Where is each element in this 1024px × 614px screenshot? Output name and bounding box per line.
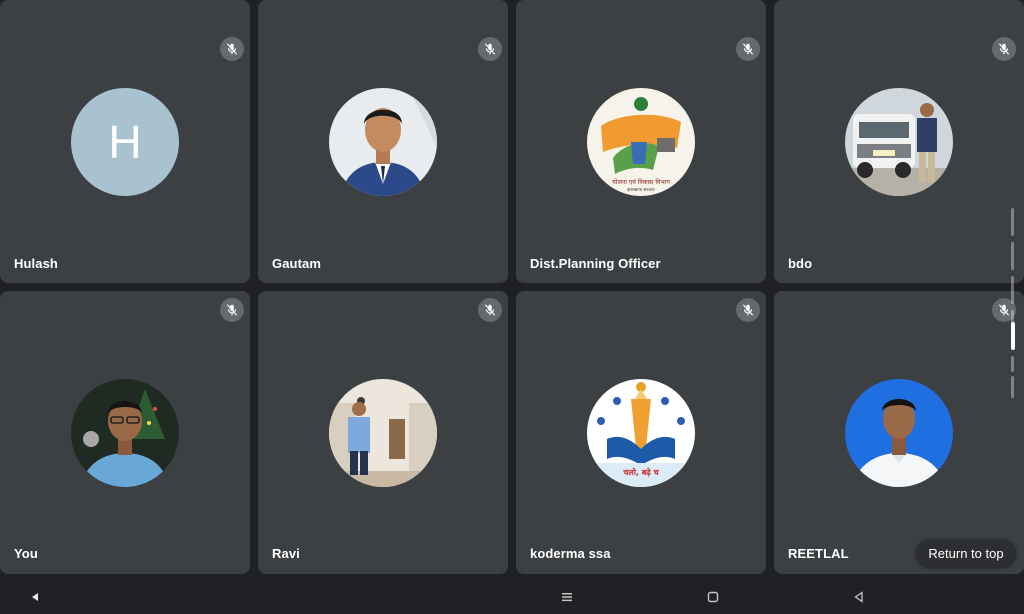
photo-man-with-suv-icon (845, 88, 953, 196)
participant-name: You (14, 546, 38, 561)
participant-name: koderma ssa (530, 546, 611, 561)
participant-name: Gautam (272, 256, 322, 271)
education-campaign-logo-icon: चलो, बढ़े च (587, 379, 695, 487)
avatar-initial: H (71, 88, 179, 196)
participant-tile-ravi[interactable]: Ravi (258, 291, 508, 574)
participant-tile-hulash[interactable]: H Hulash (0, 0, 250, 283)
mic-off-icon (220, 298, 244, 322)
logo-text-planning: योजना एवं विकास विभाग (612, 178, 670, 186)
back-nav-icon[interactable] (26, 588, 44, 606)
participant-tile-gautam[interactable]: Gautam (258, 0, 508, 283)
participant-grid: H Hulash Gautam योजना एवं विकास विभाग झा… (0, 0, 1024, 578)
mic-off-icon (478, 37, 502, 61)
scroll-indicator[interactable] (1011, 208, 1015, 398)
mic-off-icon (992, 37, 1016, 61)
participant-name: Ravi (272, 546, 300, 561)
system-navigation-bar (0, 580, 1024, 614)
photo-man-white-shirt-icon (845, 379, 953, 487)
photo-man-standing-icon (329, 379, 437, 487)
menu-nav-icon[interactable] (558, 588, 576, 606)
participant-name: Hulash (14, 256, 58, 271)
meeting-screen: H Hulash Gautam योजना एवं विकास विभाग झा… (0, 0, 1024, 614)
participant-tile-bdo[interactable]: bdo (774, 0, 1024, 283)
return-to-top-button[interactable]: Return to top (916, 539, 1016, 567)
photo-man-glasses-icon (71, 379, 179, 487)
participant-tile-reetlal[interactable]: REETLAL (774, 291, 1024, 574)
participant-name: bdo (788, 256, 813, 271)
logo-text-education: चलो, बढ़े च (622, 467, 659, 477)
avatar-initial-letter: H (108, 116, 142, 168)
participant-tile-koderma-ssa[interactable]: चलो, बढ़े च koderma ssa (516, 291, 766, 574)
recent-nav-icon[interactable] (850, 588, 868, 606)
mic-off-icon (736, 37, 760, 61)
mic-off-icon (220, 37, 244, 61)
planning-department-logo-icon: योजना एवं विकास विभाग झारखण्ड सरकार (587, 88, 695, 196)
participant-tile-dist-planning-officer[interactable]: योजना एवं विकास विभाग झारखण्ड सरकार Dist… (516, 0, 766, 283)
participant-name: REETLAL (788, 546, 849, 561)
mic-off-icon (478, 298, 502, 322)
mic-off-icon (736, 298, 760, 322)
home-nav-icon[interactable] (704, 588, 722, 606)
photo-man-suit-icon (329, 88, 437, 196)
participant-name: Dist.Planning Officer (530, 256, 661, 271)
logo-text-planning-sub: झारखण्ड सरकार (627, 188, 655, 193)
participant-tile-you[interactable]: You (0, 291, 250, 574)
